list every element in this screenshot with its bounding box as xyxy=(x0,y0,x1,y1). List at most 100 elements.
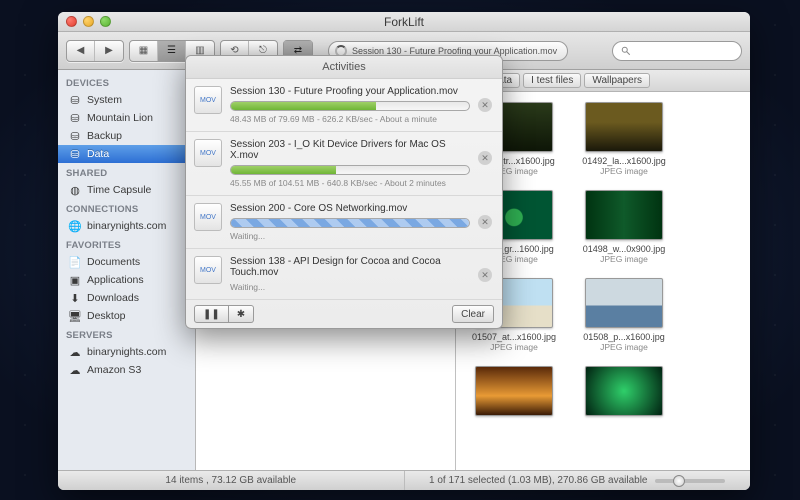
sidebar: DEVICES ⛁ System ⛁ Mountain Lion ⛁ Backup ⛁ Data… xyxy=(58,70,196,470)
mov-file-icon: MOV xyxy=(194,203,222,231)
progress-bar xyxy=(230,218,470,228)
sidebar-item[interactable]: 🖥 Desktop xyxy=(58,307,195,325)
desk-icon: 🖥 xyxy=(68,309,82,323)
sidebar-item[interactable]: 🌐binarynights.com xyxy=(58,217,195,235)
sidebar-item-label: System xyxy=(87,94,122,106)
thumbnail-type: JPEG image xyxy=(490,342,538,352)
activities-popover: Activities MOV Session 130 - Future Proo… xyxy=(185,55,503,329)
statusbar: 14 items , 73.12 GB available 1 of 171 s… xyxy=(58,470,750,490)
doc-icon: 📄 xyxy=(68,255,82,269)
thumbnail-type: JPEG image xyxy=(600,166,648,176)
thumbnail-name: 01508_p...x1600.jpg xyxy=(583,332,665,342)
hdd-icon: ⛁ xyxy=(68,129,82,143)
sidebar-item[interactable]: ▣ Applications xyxy=(58,271,195,289)
list-view-button[interactable]: ☰ xyxy=(158,41,186,61)
back-button[interactable]: ◀ xyxy=(67,41,95,61)
sidebar-item[interactable]: ⛁ Mountain Lion xyxy=(58,109,195,127)
clear-button[interactable]: Clear xyxy=(452,305,494,323)
icon-view-button[interactable]: ▦ xyxy=(130,41,158,61)
sidebar-item-label: Applications xyxy=(87,274,144,286)
activity-item: MOV Session 203 - I_O Kit Device Drivers… xyxy=(186,132,502,196)
mov-file-icon: MOV xyxy=(194,256,222,284)
capsule-icon: ◍ xyxy=(68,183,82,197)
settings-button[interactable]: ✱ xyxy=(229,305,254,323)
sidebar-item-label: Backup xyxy=(87,130,122,142)
sidebar-item[interactable]: ◍ Time Capsule xyxy=(58,181,195,199)
sidebar-item[interactable]: ☁ binarynights.com xyxy=(58,343,195,361)
thumbnail-image xyxy=(585,102,663,152)
sidebar-item[interactable]: ☁ Amazon S3 xyxy=(58,361,195,379)
sidebar-item-label: Downloads xyxy=(87,292,139,304)
activity-pill-text: Session 130 - Future Proofing your Appli… xyxy=(352,46,557,56)
thumbnail-item[interactable]: 01498_w...0x900.jpgJPEG image xyxy=(578,190,670,264)
cancel-button[interactable]: ✕ xyxy=(478,98,492,112)
sidebar-item[interactable]: ⬇ Downloads xyxy=(58,289,195,307)
thumbnail-image xyxy=(585,366,663,416)
activity-name: Session 130 - Future Proofing your Appli… xyxy=(230,86,470,97)
thumbnail-image xyxy=(585,278,663,328)
sidebar-item[interactable]: ⛁ System xyxy=(58,91,195,109)
thumbnail-name: 01507_at...x1600.jpg xyxy=(472,332,556,342)
path-crumb[interactable]: I test files xyxy=(523,73,581,88)
hdd-icon: ⛁ xyxy=(68,111,82,125)
sidebar-item-label: Data xyxy=(87,148,109,160)
thumbnail-image xyxy=(585,190,663,240)
search-input[interactable] xyxy=(612,41,742,61)
activity-status: 45.55 MB of 104.51 MB - 640.8 KB/sec - A… xyxy=(230,178,470,188)
sidebar-item-label: Desktop xyxy=(87,310,126,322)
cancel-button[interactable]: ✕ xyxy=(478,215,492,229)
sidebar-header: CONNECTIONS xyxy=(58,199,195,217)
thumbnail-name: 01498_w...0x900.jpg xyxy=(583,244,666,254)
activities-footer: ❚❚ ✱ Clear xyxy=(186,300,502,328)
forward-button[interactable]: ▶ xyxy=(95,41,123,61)
thumbnail-type: JPEG image xyxy=(600,342,648,352)
hdd-icon: ⛁ xyxy=(68,93,82,107)
thumbnail-item[interactable]: 01508_p...x1600.jpgJPEG image xyxy=(578,278,670,352)
path-crumb[interactable]: Wallpapers xyxy=(584,73,650,88)
titlebar[interactable]: ForkLift xyxy=(58,12,750,32)
sidebar-item[interactable]: ⛁ Data xyxy=(58,145,195,163)
activity-name: Session 200 - Core OS Networking.mov xyxy=(230,203,470,214)
dl-icon: ⬇ xyxy=(68,291,82,305)
activity-status: Waiting... xyxy=(230,282,470,292)
server-icon: ☁ xyxy=(68,363,82,377)
activity-name: Session 203 - I_O Kit Device Drivers for… xyxy=(230,139,470,161)
sidebar-item-label: Time Capsule xyxy=(87,184,151,196)
activity-item: MOV Session 200 - Core OS Networking.mov… xyxy=(186,196,502,249)
activity-item: MOV Session 138 - API Design for Cocoa a… xyxy=(186,249,502,300)
activity-status: 48.43 MB of 79.69 MB - 626.2 KB/sec - Ab… xyxy=(230,114,470,124)
globe-icon: 🌐 xyxy=(68,219,82,233)
progress-bar xyxy=(230,101,470,111)
sidebar-item[interactable]: ⛁ Backup xyxy=(58,127,195,145)
activity-name: Session 138 - API Design for Cocoa and C… xyxy=(230,256,470,278)
sidebar-item-label: Amazon S3 xyxy=(87,364,141,376)
thumbnail-item[interactable]: 01492_la...x1600.jpgJPEG image xyxy=(578,102,670,176)
sidebar-header: DEVICES xyxy=(58,73,195,91)
right-status: 1 of 171 selected (1.03 MB), 270.86 GB a… xyxy=(405,471,751,490)
sidebar-item[interactable]: 📄 Documents xyxy=(58,253,195,271)
zoom-slider[interactable] xyxy=(655,479,725,483)
window-title: ForkLift xyxy=(58,15,750,29)
left-status: 14 items , 73.12 GB available xyxy=(58,471,405,490)
hdd-icon: ⛁ xyxy=(68,147,82,161)
sidebar-item-label: Documents xyxy=(87,256,140,268)
progress-bar xyxy=(230,165,470,175)
nav-buttons: ◀ ▶ xyxy=(66,40,124,62)
cancel-button[interactable]: ✕ xyxy=(478,268,492,282)
thumbnail-type: JPEG image xyxy=(600,254,648,264)
sidebar-header: FAVORITES xyxy=(58,235,195,253)
sidebar-item-label: Mountain Lion xyxy=(87,112,153,124)
sidebar-item-label: binarynights.com xyxy=(87,346,166,358)
server-icon: ☁ xyxy=(68,345,82,359)
pause-button[interactable]: ❚❚ xyxy=(194,305,229,323)
mov-file-icon: MOV xyxy=(194,139,222,167)
thumbnail-name: 01492_la...x1600.jpg xyxy=(582,156,666,166)
activities-title: Activities xyxy=(186,56,502,79)
cancel-button[interactable]: ✕ xyxy=(478,151,492,165)
sidebar-header: SHARED xyxy=(58,163,195,181)
app-icon: ▣ xyxy=(68,273,82,287)
thumbnail-item[interactable] xyxy=(468,366,560,420)
activity-status: Waiting... xyxy=(230,231,470,241)
thumbnail-image xyxy=(475,366,553,416)
thumbnail-item[interactable] xyxy=(578,366,670,420)
